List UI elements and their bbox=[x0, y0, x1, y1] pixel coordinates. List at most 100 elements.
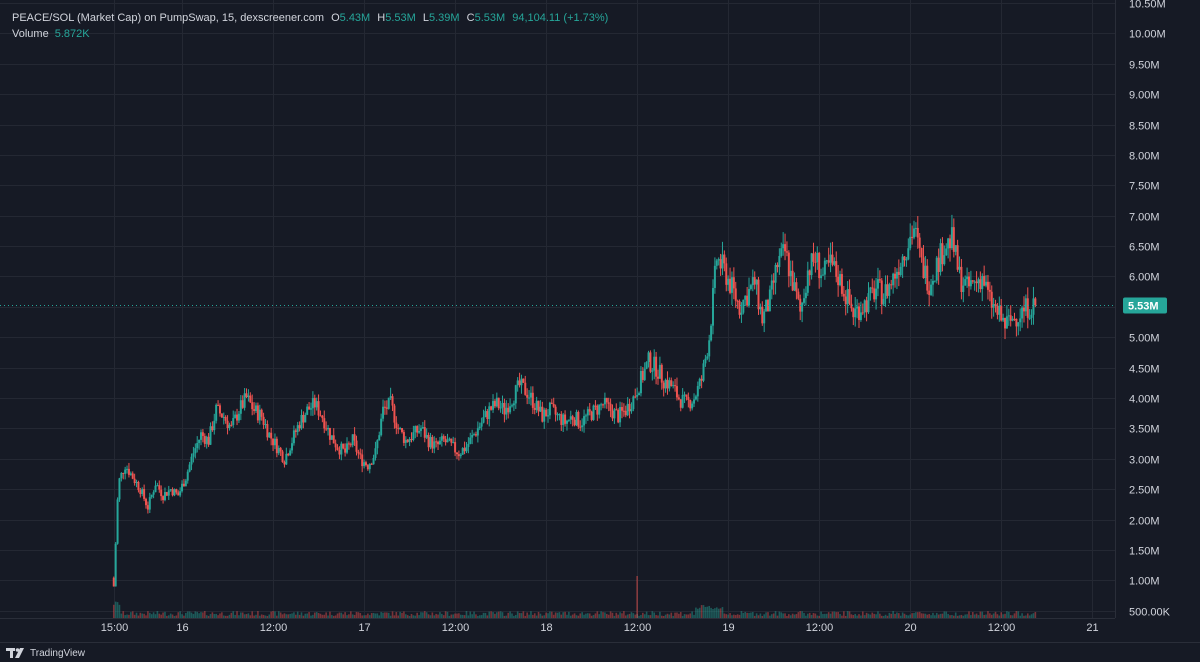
volume-bar bbox=[987, 611, 989, 618]
symbol-title[interactable]: PEACE/SOL (Market Cap) on PumpSwap, 15, … bbox=[12, 12, 324, 24]
candle-body bbox=[454, 442, 457, 453]
volume-bar bbox=[774, 611, 777, 618]
x-tick-label: 12:00 bbox=[806, 622, 834, 634]
volume-bar bbox=[569, 615, 572, 618]
volume-bar bbox=[789, 615, 792, 618]
candle-body bbox=[723, 254, 726, 264]
volume-bar bbox=[721, 607, 724, 618]
volume-bar bbox=[488, 611, 491, 618]
volume-bar bbox=[856, 615, 858, 618]
candle-body bbox=[681, 395, 684, 408]
volume-bar bbox=[702, 605, 705, 618]
candle-body bbox=[237, 413, 240, 421]
volume-bar bbox=[486, 615, 489, 618]
candle-body bbox=[135, 481, 138, 484]
candle-body bbox=[120, 472, 123, 479]
candle-body bbox=[509, 406, 512, 413]
candle-body bbox=[981, 275, 984, 290]
y-tick-label: 6.00M bbox=[1129, 272, 1160, 284]
candle-body bbox=[450, 438, 453, 443]
tradingview-watermark[interactable]: TradingView bbox=[6, 645, 85, 661]
volume-bar bbox=[262, 614, 265, 618]
volume-bar bbox=[882, 615, 885, 618]
candle-body bbox=[596, 405, 599, 415]
candle-body bbox=[359, 453, 362, 455]
candle-body bbox=[253, 409, 256, 411]
candle-body bbox=[647, 352, 650, 362]
candlestick-chart[interactable]: 10.50M 10.00M 9.50M 9.00M 8.50M 8.00M 7.50M 7.0… bbox=[0, 0, 1200, 662]
candle-body bbox=[169, 489, 172, 491]
volume-bar bbox=[780, 612, 783, 618]
volume-bar bbox=[649, 615, 652, 618]
volume-bar bbox=[568, 611, 570, 618]
volume-bar bbox=[179, 611, 181, 618]
open-label: O bbox=[331, 12, 340, 24]
candle-body bbox=[461, 448, 464, 455]
volume-bar bbox=[230, 612, 233, 618]
volume-bar bbox=[477, 615, 479, 618]
volume-bar bbox=[672, 615, 674, 618]
candle-body bbox=[245, 393, 248, 398]
volume-bar bbox=[913, 613, 915, 618]
volume-bar bbox=[860, 615, 862, 618]
volume-bar bbox=[810, 614, 813, 618]
volume-bar bbox=[710, 607, 712, 618]
volume-bar bbox=[651, 611, 654, 618]
volume-bar bbox=[939, 613, 942, 618]
candle-body bbox=[486, 411, 489, 419]
volume-bar bbox=[450, 614, 453, 618]
candle-body bbox=[490, 406, 493, 410]
candle-body bbox=[533, 407, 536, 410]
candle-body bbox=[949, 238, 952, 249]
candle-body bbox=[962, 285, 965, 293]
volume-bar bbox=[291, 613, 293, 618]
volume-bar bbox=[171, 614, 174, 618]
volume-bar bbox=[879, 613, 881, 618]
candle-body bbox=[495, 397, 498, 407]
volume-bar bbox=[621, 613, 623, 618]
candle-body bbox=[126, 468, 129, 470]
volume-bar bbox=[302, 615, 305, 618]
candle-body bbox=[279, 447, 282, 452]
candle-body bbox=[254, 405, 257, 411]
volume-bar bbox=[827, 612, 830, 618]
volume-bar bbox=[412, 615, 415, 618]
candle-body bbox=[844, 296, 847, 305]
volume-bar bbox=[996, 614, 999, 618]
candle-body bbox=[897, 271, 900, 275]
candle-body bbox=[459, 454, 462, 457]
candle-body bbox=[177, 492, 180, 496]
candle-body bbox=[1019, 318, 1022, 323]
candle-body bbox=[416, 426, 419, 433]
volume-bar bbox=[209, 614, 212, 618]
candle-body bbox=[768, 289, 771, 312]
candle-body bbox=[876, 279, 879, 289]
volume-label[interactable]: Volume bbox=[12, 28, 49, 40]
candle-body bbox=[334, 443, 337, 448]
candle-body bbox=[831, 254, 834, 265]
candle-body bbox=[158, 485, 161, 490]
volume-bar bbox=[448, 615, 451, 618]
volume-bar bbox=[981, 611, 984, 618]
candle-body bbox=[308, 406, 311, 410]
volume-bar bbox=[533, 613, 536, 618]
volume-bar bbox=[727, 614, 729, 618]
candle-body bbox=[634, 396, 637, 398]
candle-body bbox=[484, 411, 487, 418]
candle-body bbox=[700, 378, 703, 381]
candle-body bbox=[376, 440, 379, 449]
candle-body bbox=[689, 399, 692, 409]
candle-body bbox=[784, 244, 787, 252]
candle-body bbox=[488, 406, 491, 419]
volume-bar bbox=[905, 614, 908, 618]
candle-body bbox=[971, 280, 974, 282]
candle-body bbox=[200, 432, 203, 440]
candle-body bbox=[732, 277, 735, 289]
volume-bar bbox=[941, 613, 944, 618]
volume-bar bbox=[431, 612, 434, 618]
volume-bar bbox=[822, 614, 824, 618]
candle-body bbox=[617, 410, 620, 423]
candle-body bbox=[710, 325, 713, 341]
volume-bar bbox=[706, 606, 709, 618]
volume-bar bbox=[386, 612, 388, 618]
